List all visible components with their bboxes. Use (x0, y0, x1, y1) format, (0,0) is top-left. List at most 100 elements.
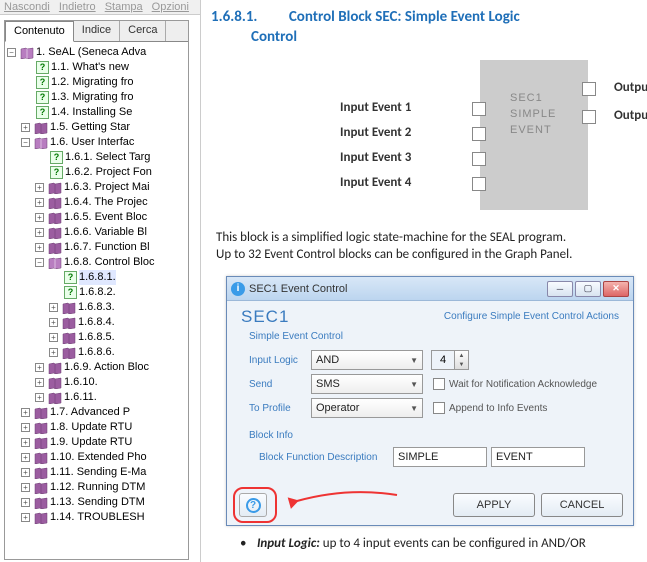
heading-title: Control Block SEC: Simple Event Logic (289, 8, 520, 26)
tree-node-1-6-5[interactable]: +1.6.5. Event Bloc (7, 210, 188, 225)
menu-opzioni[interactable]: Opzioni (152, 1, 189, 13)
tab-contenuto[interactable]: Contenuto (5, 21, 74, 42)
tree-node-1-1[interactable]: ?1.1. What's new (7, 60, 188, 75)
tree-node-1-6-10[interactable]: +1.6.10. (7, 375, 188, 390)
annotation-arrow (287, 483, 407, 513)
tree-node-1-6-8-1[interactable]: ?1.6.8.1. (7, 270, 188, 285)
tree-node-1-6-4[interactable]: +1.6.4. The Projec (7, 195, 188, 210)
dialog-title: SEC1 Event Control (249, 283, 547, 295)
spinner-value: 4 (432, 354, 454, 366)
heading-title-line2: Control (251, 28, 637, 46)
minimize-button[interactable]: ─ (547, 281, 573, 297)
input-logic-row: Input Logic AND 4 ▲▼ (249, 350, 619, 370)
book-icon (34, 452, 48, 464)
configure-actions-link[interactable]: Configure Simple Event Control Actions (444, 311, 619, 322)
output-2-checkbox[interactable] (582, 110, 596, 124)
tree-node-1-2[interactable]: ?1.2. Migrating fro (7, 75, 188, 90)
bullet-text: up to 4 input events can be configured i… (320, 536, 586, 551)
tree-node-1-6-8-3[interactable]: +1.6.8.3. (7, 300, 188, 315)
input-event-3-label: Input Event 3 (340, 150, 411, 175)
tree-node-1-6-9[interactable]: +1.6.9. Action Bloc (7, 360, 188, 375)
tree-node-1-6-7[interactable]: +1.6.7. Function Bl (7, 240, 188, 255)
maximize-button[interactable]: ▢ (575, 281, 601, 297)
book-open-icon (34, 137, 48, 149)
send-select[interactable]: SMS (311, 374, 423, 394)
wait-notification-checkbox[interactable]: Wait for Notification Acknowledge (433, 378, 597, 390)
send-row: Send SMS Wait for Notification Acknowled… (249, 374, 619, 394)
tree-node-1[interactable]: −1. SeAL (Seneca Adva (7, 45, 188, 60)
input-count-spinner[interactable]: 4 ▲▼ (431, 350, 469, 370)
tree-node-1-7[interactable]: +1.7. Advanced P (7, 405, 188, 420)
apply-button[interactable]: APPLY (453, 493, 535, 517)
close-button[interactable]: ✕ (603, 281, 629, 297)
input-event-3-checkbox[interactable] (472, 152, 486, 166)
book-icon (34, 512, 48, 524)
tree-node-1-6-8-2[interactable]: ?1.6.8.2. (7, 285, 188, 300)
input-logic-select[interactable]: AND (311, 350, 423, 370)
menu-nascondi[interactable]: Nascondi (4, 1, 50, 13)
tree: −1. SeAL (Seneca Adva ?1.1. What's new ?… (5, 42, 188, 528)
dialog-body: SEC1 Configure Simple Event Control Acti… (227, 301, 633, 473)
book-icon (48, 377, 62, 389)
book-icon (62, 302, 76, 314)
tab-indice[interactable]: Indice (74, 21, 120, 41)
append-info-events-checkbox[interactable]: Append to Info Events (433, 402, 547, 414)
help-page-icon: ? (50, 166, 63, 179)
tree-node-1-6-8-6[interactable]: +1.6.8.6. (7, 345, 188, 360)
book-icon (48, 362, 62, 374)
tree-node-1-6-1[interactable]: ?1.6.1. Select Targ (7, 150, 188, 165)
book-icon (34, 122, 48, 134)
tree-node-1-6[interactable]: −1.6. User Interfac (7, 135, 188, 150)
menu-indietro[interactable]: Indietro (59, 1, 96, 13)
tree-node-1-14[interactable]: +1.14. TROUBLESH (7, 510, 188, 525)
tree-node-1-13[interactable]: +1.13. Sending DTM (7, 495, 188, 510)
tab-cerca[interactable]: Cerca (120, 21, 166, 41)
block-function-description-row: Block Function Description SIMPLE EVENT (259, 447, 619, 467)
input-event-1-checkbox[interactable] (472, 102, 486, 116)
book-icon (48, 392, 62, 404)
heading: 1.6.8.1. Control Block SEC: Simple Event… (211, 8, 637, 46)
output-2-label: Outpu (614, 108, 647, 123)
tree-node-1-11[interactable]: +1.11. Sending E-Ma (7, 465, 188, 480)
input-event-4-checkbox[interactable] (472, 177, 486, 191)
tree-node-1-4[interactable]: ?1.4. Installing Se (7, 105, 188, 120)
help-page-icon: ? (36, 106, 49, 119)
cancel-button[interactable]: CANCEL (541, 493, 623, 517)
block-label-event: EVENT (510, 124, 552, 136)
spinner-buttons[interactable]: ▲▼ (454, 351, 468, 369)
tree-node-1-3[interactable]: ?1.3. Migrating fro (7, 90, 188, 105)
sec1-event-control-dialog: i SEC1 Event Control ─ ▢ ✕ SEC1 Configur… (226, 276, 634, 526)
input-event-2-checkbox[interactable] (472, 127, 486, 141)
info-icon: i (231, 282, 245, 296)
tree-node-1-6-11[interactable]: +1.6.11. (7, 390, 188, 405)
output-1-checkbox[interactable] (582, 82, 596, 96)
tree-node-1-12[interactable]: +1.12. Running DTM (7, 480, 188, 495)
help-icon: ? (246, 498, 261, 513)
tree-node-1-8[interactable]: +1.8. Update RTU (7, 420, 188, 435)
help-page-icon: ? (36, 76, 49, 89)
bfd-field-1[interactable]: SIMPLE (393, 447, 487, 467)
tree-node-1-6-8-4[interactable]: +1.6.8.4. (7, 315, 188, 330)
to-profile-label: To Profile (249, 403, 311, 414)
help-button[interactable]: ? (239, 493, 267, 517)
tree-node-1-6-8[interactable]: −1.6.8. Control Bloc (7, 255, 188, 270)
input-logic-label: Input Logic (249, 355, 311, 366)
bfd-label: Block Function Description (259, 452, 393, 463)
tree-node-1-6-2[interactable]: ?1.6.2. Project Fon (7, 165, 188, 180)
help-page-icon: ? (36, 91, 49, 104)
tree-node-1-6-3[interactable]: +1.6.3. Project Mai (7, 180, 188, 195)
menu-stampa[interactable]: Stampa (105, 1, 143, 13)
help-page-icon: ? (64, 271, 77, 284)
tree-node-1-6-6[interactable]: +1.6.6. Variable Bl (7, 225, 188, 240)
book-icon (48, 227, 62, 239)
input-event-1-label: Input Event 1 (340, 100, 411, 125)
tree-node-1-5[interactable]: +1.5. Getting Star (7, 120, 188, 135)
dialog-titlebar[interactable]: i SEC1 Event Control ─ ▢ ✕ (227, 277, 633, 301)
bullet-label: Input Logic: (257, 536, 320, 551)
tree-node-1-9[interactable]: +1.9. Update RTU (7, 435, 188, 450)
bfd-field-2[interactable]: EVENT (491, 447, 585, 467)
tree-node-1-6-8-5[interactable]: +1.6.8.5. (7, 330, 188, 345)
to-profile-select[interactable]: Operator (311, 398, 423, 418)
book-icon (62, 317, 76, 329)
tree-node-1-10[interactable]: +1.10. Extended Pho (7, 450, 188, 465)
